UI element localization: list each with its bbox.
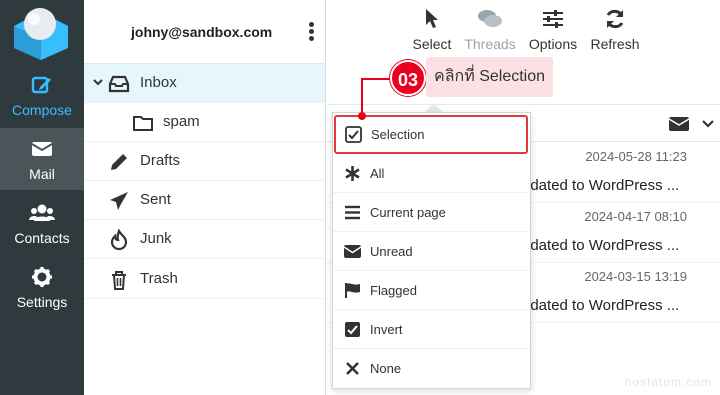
rail-contacts[interactable]: Contacts [0,192,84,254]
refresh-label: Refresh [590,36,640,52]
folder-label: spam [163,113,200,130]
menu-item-selection[interactable]: Selection [334,115,528,154]
folder-drafts[interactable]: Drafts [84,142,325,181]
folder-trash[interactable]: Trash [84,260,325,299]
menu-item-label: Current page [370,205,446,220]
threads-label: Threads [464,36,516,52]
paper-plane-icon [110,192,128,210]
menu-item-current-page[interactable]: Current page [333,193,530,232]
options-button[interactable]: Options [527,6,579,60]
pencil-icon [111,154,127,170]
folder-label: Junk [140,230,172,247]
callout-leader-line [361,78,363,116]
select-dropdown-menu: Selection All Current page Unread Flagge… [332,112,531,389]
menu-item-label: Unread [370,244,413,259]
asterisk-icon [345,166,360,181]
checkbox-icon [345,126,362,143]
cursor-icon [426,9,438,28]
app-rail: Compose Mail Contacts Settings [0,0,84,395]
folder-label: Sent [140,191,171,208]
step-badge: 03 [390,60,426,96]
menu-item-none[interactable]: None [333,349,530,388]
checked-box-icon [345,322,360,337]
options-label: Options [528,36,578,52]
message-subject: odated to WordPress ... [522,237,680,254]
folder-label: Inbox [140,74,177,91]
folder-pane: johny@sandbox.com Inbox spam Drafts Sent… [84,0,326,395]
fire-icon [110,229,128,251]
menu-item-label: Flagged [370,283,417,298]
folder-label: Trash [140,270,178,287]
account-email: johny@sandbox.com [131,24,273,40]
select-button[interactable]: Select [411,6,453,60]
menu-item-label: Invert [370,322,403,337]
folder-icon [133,116,153,131]
select-label: Select [412,36,452,52]
menu-item-label: Selection [371,127,425,142]
envelope-icon [344,245,361,258]
list-icon [345,205,360,220]
message-date: 2024-05-28 11:23 [585,149,687,164]
chevron-down-icon[interactable] [92,76,104,88]
sliders-icon [543,10,563,28]
menu-item-label: All [370,166,385,181]
mail-icon [31,142,53,156]
callout-leader-line [361,78,391,80]
envelope-icon[interactable] [669,116,689,132]
rail-compose-label: Compose [12,102,72,118]
message-date: 2024-04-17 08:10 [584,209,687,224]
folder-junk[interactable]: Junk [84,220,325,259]
threads-button[interactable]: Threads [463,6,517,60]
roundcube-logo [14,8,68,60]
menu-item-flagged[interactable]: Flagged [333,271,530,310]
menu-item-invert[interactable]: Invert [333,310,530,349]
contacts-icon [29,204,55,221]
rail-settings[interactable]: Settings [0,256,84,318]
inbox-icon [108,75,130,93]
refresh-button[interactable]: Refresh [589,6,641,60]
message-subject: odated to WordPress ... [522,297,680,314]
refresh-icon [606,9,624,29]
rail-settings-label: Settings [16,294,68,310]
folder-inbox[interactable]: Inbox [84,64,325,103]
callout-anchor-dot [358,112,366,120]
flag-icon [345,283,360,298]
menu-item-label: None [370,361,402,376]
step-callout: คลิกที่ Selection [426,57,554,97]
rail-compose[interactable]: Compose [0,64,84,126]
compose-icon [31,76,51,94]
trash-icon [112,271,126,290]
dropdown-pointer [425,103,443,112]
account-header: johny@sandbox.com [84,0,326,64]
menu-item-all[interactable]: All [333,154,530,193]
rail-mail-label: Mail [29,166,55,182]
rail-mail[interactable]: Mail [0,128,84,190]
comments-icon [478,10,502,27]
menu-item-unread[interactable]: Unread [333,232,530,271]
close-icon [346,362,359,375]
folder-spam[interactable]: spam [84,103,325,142]
folder-label: Drafts [140,152,181,169]
folder-sent[interactable]: Sent [84,181,325,220]
gear-icon [32,267,52,287]
chevron-down-icon[interactable] [702,118,714,130]
message-subject: odated to WordPress ... [522,177,680,194]
watermark: hostatom.com [624,375,712,389]
rail-contacts-label: Contacts [14,230,70,246]
message-date: 2024-03-15 13:19 [584,269,687,284]
kebab-menu-icon[interactable] [306,22,316,44]
